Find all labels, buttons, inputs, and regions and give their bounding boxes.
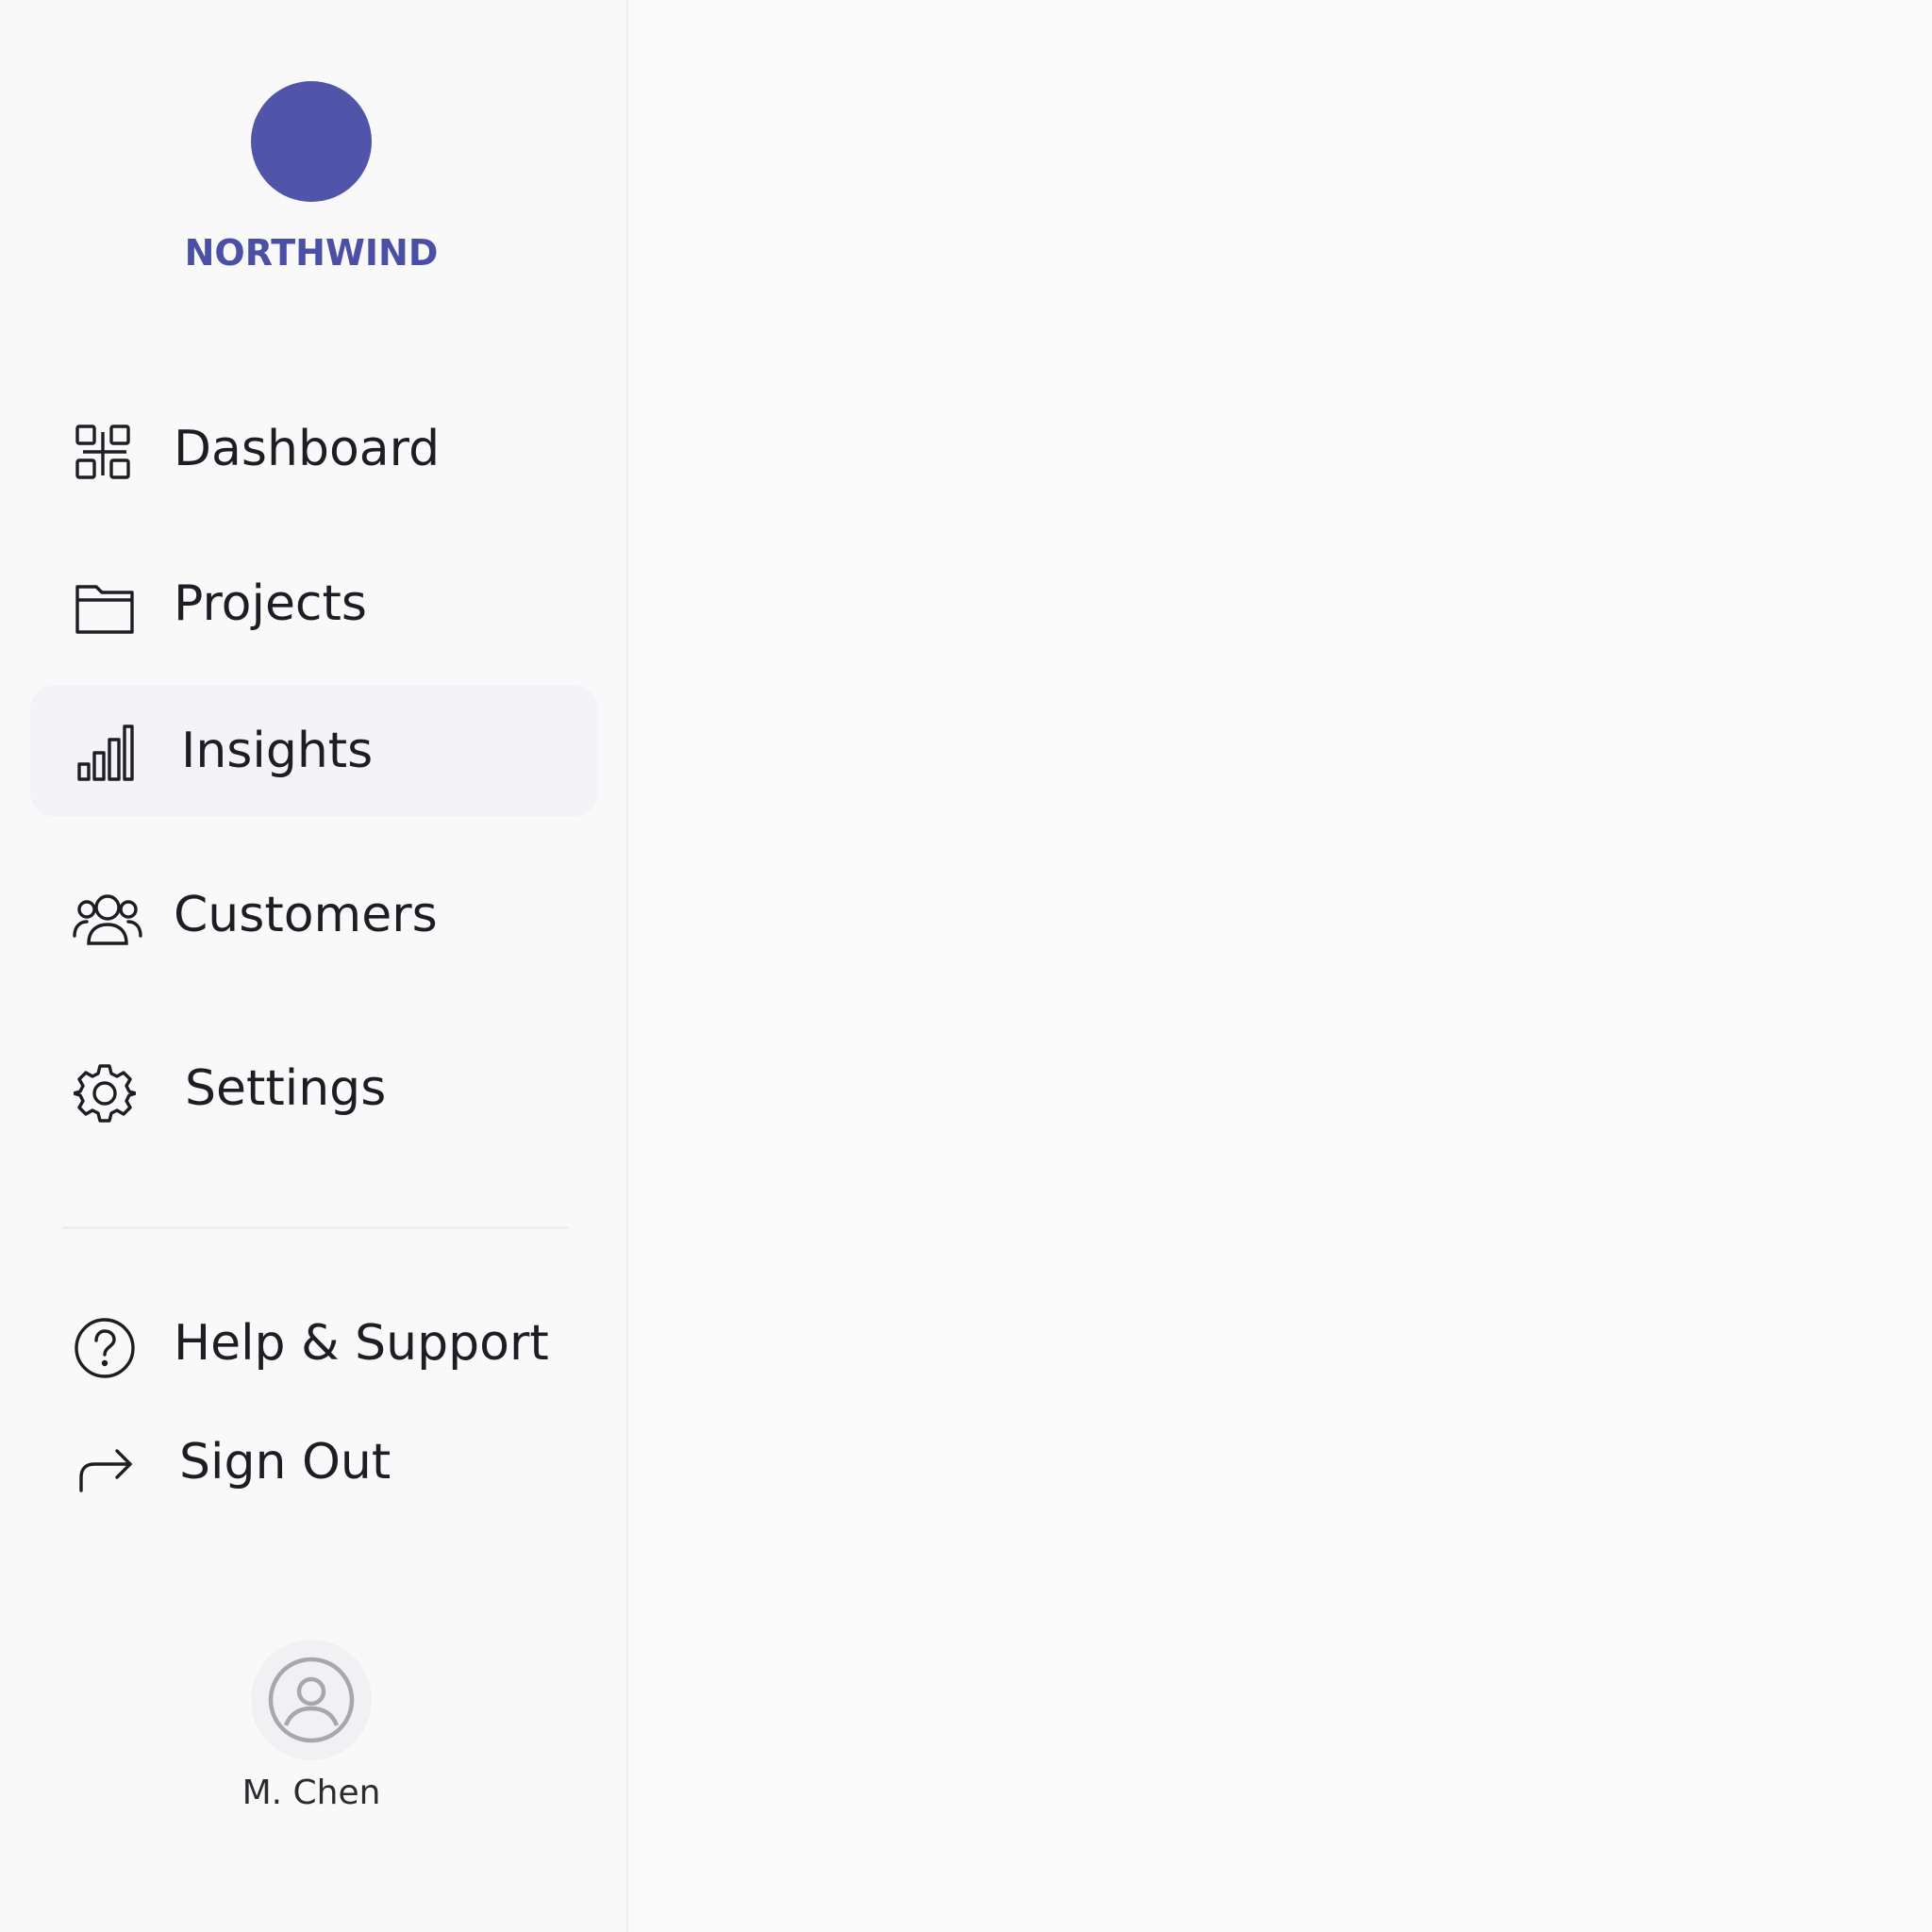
- app-window: NORTHWIND Dashboard Projects Insights Cu…: [0, 0, 1932, 1932]
- sidebar-item-label: Help & Support: [174, 1315, 549, 1372]
- sidebar-item-label: Customers: [174, 887, 438, 943]
- sidebar-item-dashboard[interactable]: Dashboard: [30, 383, 598, 515]
- sidebar-item-label: Projects: [174, 575, 368, 632]
- sidebar: NORTHWIND Dashboard Projects Insights Cu…: [0, 0, 628, 1932]
- sidebar-item-customers[interactable]: Customers: [30, 849, 598, 981]
- bar-chart-icon: [74, 723, 136, 785]
- dashboard-grid-icon: [74, 423, 136, 485]
- sidebar-item-insights[interactable]: Insights: [30, 685, 598, 817]
- brand-logo: [251, 81, 372, 202]
- sidebar-item-settings[interactable]: Settings: [30, 1023, 598, 1155]
- user-name: M. Chen: [242, 1774, 381, 1812]
- sidebar-item-label: Dashboard: [174, 421, 441, 477]
- sign-out-arrow-icon: [74, 1436, 136, 1498]
- gear-icon: [74, 1062, 136, 1124]
- sidebar-item-label: Sign Out: [179, 1434, 391, 1491]
- sidebar-item-sign-out[interactable]: Sign Out: [30, 1396, 598, 1528]
- sidebar-item-label: Settings: [185, 1060, 387, 1117]
- sidebar-divider: [62, 1226, 568, 1229]
- sidebar-item-label: Insights: [181, 723, 374, 779]
- sidebar-item-projects[interactable]: Projects: [30, 538, 598, 670]
- help-circle-icon: [74, 1317, 136, 1379]
- sidebar-item-help-support[interactable]: Help & Support: [30, 1277, 598, 1409]
- folder-icon: [74, 577, 136, 640]
- brand-name: NORTHWIND: [184, 232, 439, 274]
- users-icon: [72, 889, 143, 951]
- user-avatar-icon: [268, 1657, 355, 1743]
- main-content-area: [630, 0, 1932, 1932]
- user-avatar[interactable]: [251, 1640, 372, 1760]
